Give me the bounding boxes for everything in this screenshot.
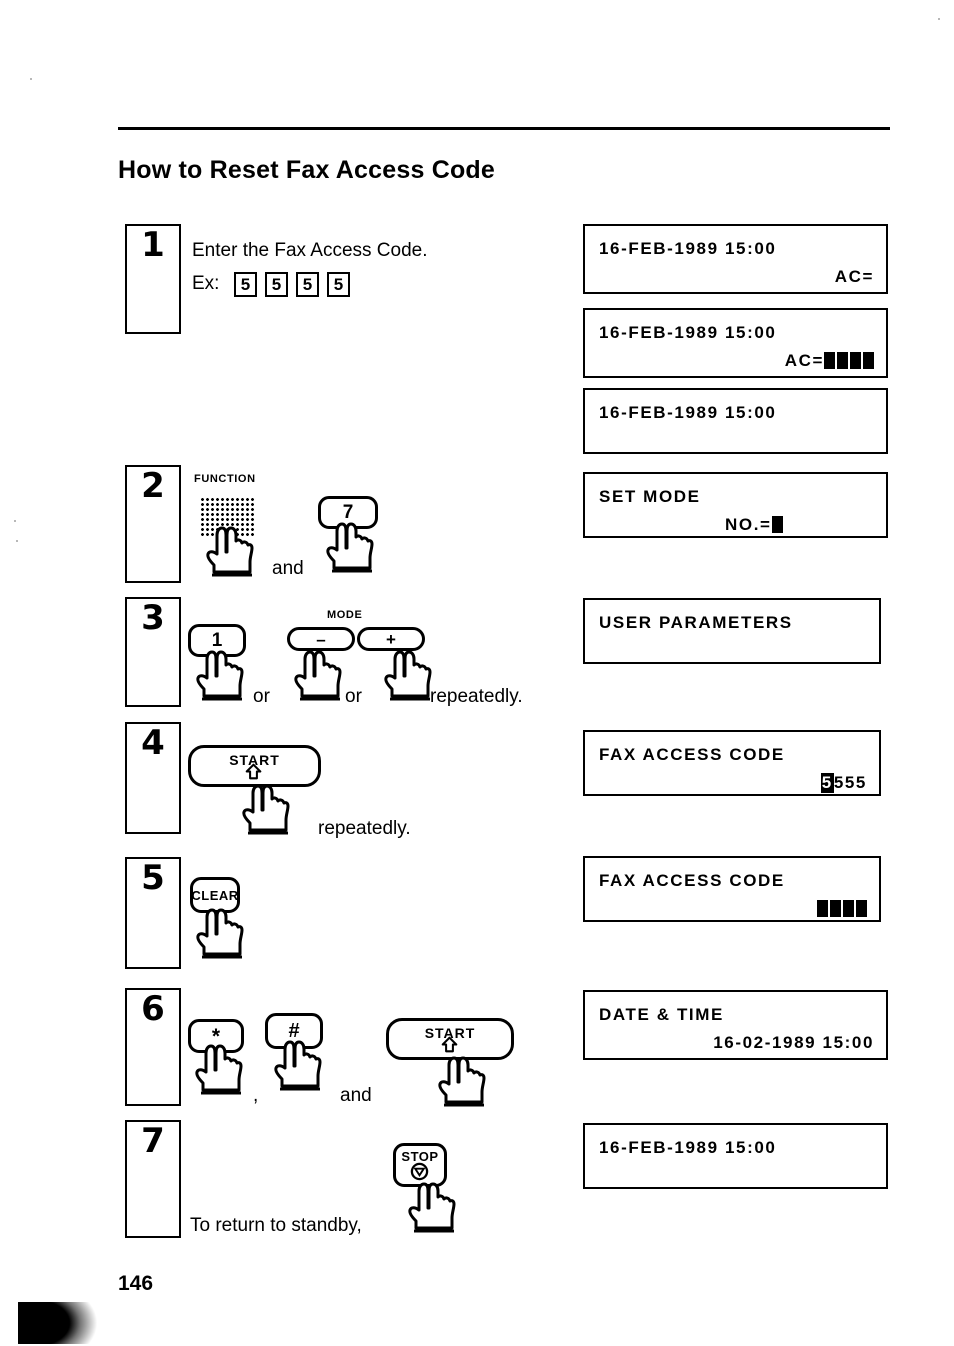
step-3-separator-1: or [253, 686, 270, 707]
example-key-1-label: 5 [240, 274, 251, 294]
lcd-4-line-2-text: NO.= [725, 515, 772, 534]
lcd-2-cursor-blocks [824, 351, 874, 370]
step-2-conjunction: and [272, 558, 304, 579]
lcd-display-8: DATE & TIME 16-02-1989 15:00 [583, 990, 888, 1060]
lcd-display-6: FAX ACCESS CODE 5555 [583, 730, 881, 796]
step-4-trailing: repeatedly. [318, 818, 411, 839]
step-number-7: 7 [141, 1121, 165, 1161]
step-number-6: 6 [141, 989, 165, 1029]
lcd-display-9: 16-FEB-1989 15:00 [583, 1123, 888, 1189]
pointing-hand-icon [294, 650, 342, 701]
lcd-6-line-1: FAX ACCESS CODE [599, 745, 785, 764]
clear-key-label: CLEAR [191, 887, 239, 903]
example-key-1: 5 [234, 272, 257, 297]
step-1-instruction: Enter the Fax Access Code. [192, 240, 428, 261]
example-key-2-label: 5 [271, 274, 282, 294]
lcd-7-cursor-blocks [817, 899, 867, 918]
step-number-2: 2 [141, 466, 165, 506]
lcd-8-line-2: 16-02-1989 15:00 [713, 1033, 874, 1052]
pointing-hand-icon [274, 1040, 322, 1091]
lcd-2-line-2-text: AC= [784, 351, 824, 370]
scan-speck [14, 520, 16, 522]
pointing-hand-icon [206, 526, 254, 577]
lcd-7-line-2 [599, 899, 867, 919]
pointing-hand-icon [326, 522, 374, 573]
step-6-conjunction: and [340, 1085, 372, 1106]
step-number-box-1: 1 [125, 224, 181, 334]
page-number: 146 [118, 1272, 154, 1295]
example-key-3-label: 5 [302, 274, 313, 294]
function-key-label: FUNCTION [194, 473, 256, 485]
lcd-4-line-2: NO.= [725, 515, 874, 535]
pointing-hand-icon [195, 1044, 243, 1095]
step-7-instruction: To return to standby, [190, 1215, 362, 1236]
step-6-separator-1: , [253, 1085, 259, 1106]
lcd-display-7: FAX ACCESS CODE [583, 856, 881, 922]
pointing-hand-icon [196, 650, 244, 701]
example-key-3: 5 [296, 272, 319, 297]
lcd-7-line-1: FAX ACCESS CODE [599, 871, 785, 890]
lcd-5-line-1: USER PARAMETERS [599, 613, 793, 632]
step-number-4: 4 [141, 723, 165, 763]
step-number-box-5: 5 [125, 857, 181, 969]
lcd-4-line-1: SET MODE [599, 487, 701, 506]
example-key-2: 5 [265, 272, 288, 297]
pointing-hand-icon [242, 784, 290, 835]
step-number-1: 1 [141, 225, 165, 265]
step-number-box-3: 3 [125, 597, 181, 707]
lcd-8-line-1: DATE & TIME [599, 1005, 724, 1024]
pointing-hand-icon [408, 1182, 456, 1233]
scan-artifact [18, 1302, 106, 1344]
lcd-2-line-1: 16-FEB-1989 15:00 [599, 323, 777, 342]
lcd-1-line-1: 16-FEB-1989 15:00 [599, 239, 777, 258]
lcd-6-plain-digits: 555 [833, 773, 867, 792]
step-3-separator-2: or [345, 686, 362, 707]
example-key-4: 5 [327, 272, 350, 297]
step-number-5: 5 [141, 858, 165, 898]
lcd-display-5: USER PARAMETERS [583, 598, 881, 664]
lcd-3-line-1: 16-FEB-1989 15:00 [599, 403, 777, 422]
scan-speck [938, 18, 940, 20]
manual-page: How to Reset Fax Access Code 1 Enter the… [0, 0, 954, 1346]
lcd-display-4: SET MODE NO.= [583, 472, 888, 538]
step-number-box-4: 4 [125, 722, 181, 834]
step-number-3: 3 [141, 598, 165, 638]
lcd-2-line-2: AC= [599, 351, 874, 371]
pointing-hand-icon [438, 1056, 486, 1107]
lcd-1-line-2-text: AC= [834, 267, 874, 286]
page-title: How to Reset Fax Access Code [118, 156, 496, 184]
step-number-box-2: 2 [125, 465, 181, 583]
lcd-4-cursor-block [771, 516, 783, 533]
lcd-display-1: 16-FEB-1989 15:00 AC= [583, 224, 888, 294]
example-key-4-label: 5 [333, 274, 344, 294]
mode-label: MODE [327, 609, 363, 621]
lcd-9-line-1: 16-FEB-1989 15:00 [599, 1138, 777, 1157]
step-1-example-label: Ex: [192, 273, 220, 294]
lcd-6-inverted-digit: 5 [820, 773, 834, 793]
lcd-1-line-2: AC= [599, 267, 874, 287]
scan-speck [30, 78, 32, 80]
lcd-display-3: 16-FEB-1989 15:00 [583, 388, 888, 454]
step-3-trailing: repeatedly. [430, 686, 523, 707]
step-number-box-6: 6 [125, 988, 181, 1106]
header-rule [118, 127, 890, 130]
step-number-box-7: 7 [125, 1120, 181, 1238]
pointing-hand-icon [196, 908, 244, 959]
lcd-6-line-2: 5555 [599, 773, 867, 793]
lcd-display-2: 16-FEB-1989 15:00 AC= [583, 308, 888, 378]
scan-speck [16, 540, 18, 542]
